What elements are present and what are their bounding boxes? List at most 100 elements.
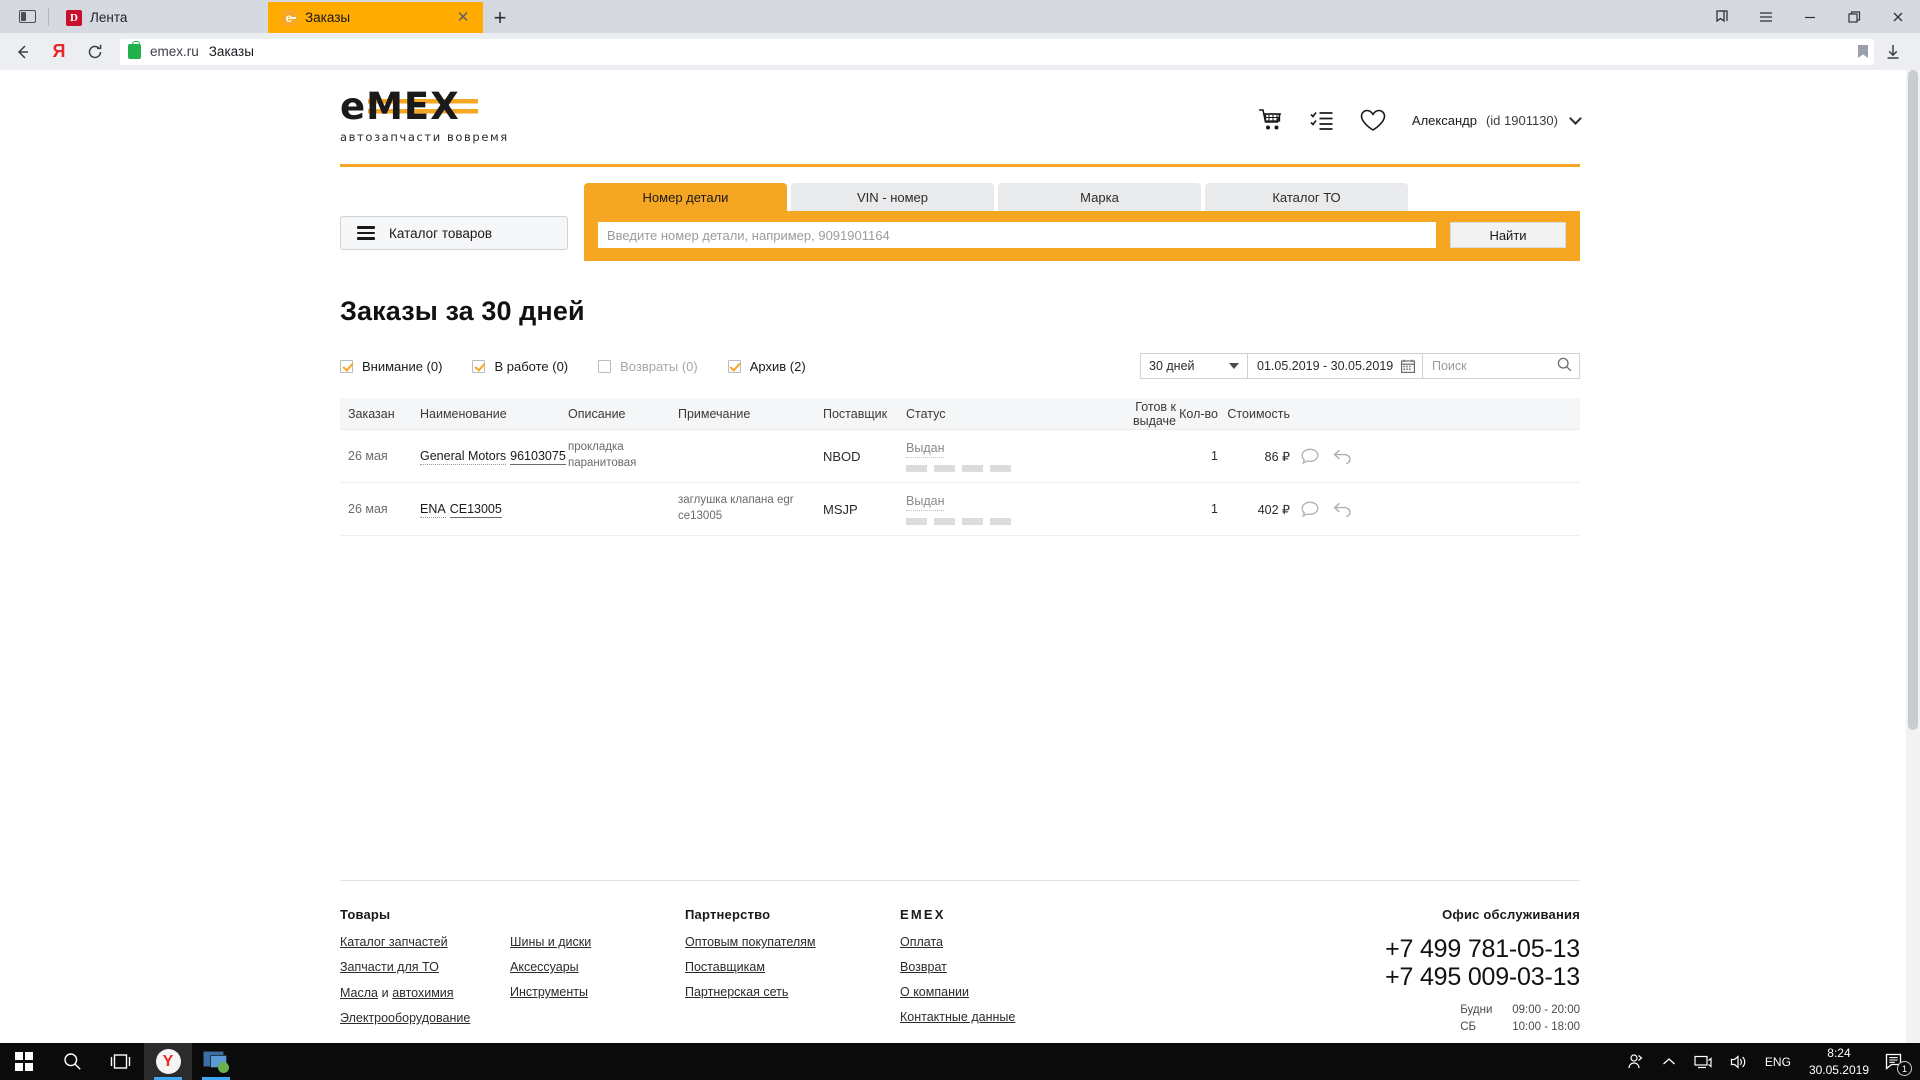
filter-attention[interactable]: Внимание (0) xyxy=(340,359,442,374)
period-select[interactable]: 30 дней xyxy=(1140,353,1248,379)
checkbox-icon[interactable] xyxy=(340,359,353,373)
footer-link-accessories[interactable]: Аксессуары xyxy=(510,960,685,974)
menu-icon[interactable] xyxy=(1744,0,1788,33)
task-view-icon[interactable] xyxy=(96,1043,144,1080)
footer-link-about[interactable]: О компании xyxy=(900,985,1100,999)
windows-start-icon[interactable] xyxy=(0,1043,48,1080)
date-range-field[interactable]: 01.05.2019 - 30.05.2019 xyxy=(1248,353,1423,379)
status-badge[interactable]: Выдан xyxy=(906,494,945,511)
tab-brand[interactable]: Марка xyxy=(998,183,1201,211)
footer-link-service-parts[interactable]: Запчасти для ТО xyxy=(340,960,510,974)
part-number-link[interactable]: 96103075 xyxy=(510,449,566,465)
part-number-link[interactable]: CE13005 xyxy=(449,502,502,518)
windows-taskbar: Y ENG 8:24 30.05.2019 1 xyxy=(0,1043,1920,1080)
reload-button[interactable] xyxy=(78,37,112,67)
tab-vin-number[interactable]: VIN - номер xyxy=(791,183,994,211)
new-tab-button[interactable]: + xyxy=(483,2,517,33)
notification-badge: 1 xyxy=(1897,1061,1912,1076)
close-icon[interactable]: ✕ xyxy=(455,10,471,25)
footer-link-contacts[interactable]: Контактные данные xyxy=(900,1010,1100,1024)
back-button[interactable] xyxy=(6,37,40,67)
footer-column-partnership: Партнерство Оптовым покупателям Поставщи… xyxy=(685,907,900,1060)
footer-column-title: Партнерство xyxy=(685,907,771,922)
phone-primary[interactable]: +7 499 781-05-13 xyxy=(1385,935,1580,963)
return-icon[interactable] xyxy=(1333,448,1352,465)
filter-archive[interactable]: Архив (2) xyxy=(727,358,806,374)
hours-label-weekdays: Будни xyxy=(1460,1004,1493,1016)
table-row[interactable]: 26 мая ENA CE13005 заглушка клапана egr c… xyxy=(340,483,1580,536)
comment-icon[interactable] xyxy=(1301,501,1319,518)
bookmark-icon[interactable] xyxy=(1858,45,1868,58)
restore-icon[interactable] xyxy=(1832,0,1876,33)
calendar-icon[interactable] xyxy=(1401,359,1415,373)
user-menu[interactable]: Александр (id 1901130) xyxy=(1412,111,1582,128)
yandex-logo-icon: Я xyxy=(52,41,66,61)
column-header-status: Статус xyxy=(906,406,946,421)
footer-link-autochemistry[interactable]: автохимия xyxy=(392,986,453,1000)
tab-part-number[interactable]: Номер детали xyxy=(584,183,787,211)
checkbox-icon[interactable] xyxy=(727,359,741,373)
status-badge[interactable]: Выдан xyxy=(906,441,945,458)
footer-link-electrical[interactable]: Электрооборудование xyxy=(340,1011,510,1025)
tab-service-catalog[interactable]: Каталог ТО xyxy=(1205,183,1408,211)
orders-search-field[interactable]: Поиск xyxy=(1423,353,1580,379)
comment-icon[interactable] xyxy=(1301,448,1319,465)
brand-link[interactable]: General Motors xyxy=(420,449,507,465)
favorites-heart-icon[interactable] xyxy=(1360,109,1386,132)
search-input[interactable] xyxy=(598,222,1436,248)
downloads-icon[interactable] xyxy=(1876,37,1910,67)
checkbox-icon[interactable] xyxy=(598,359,612,373)
cart-icon[interactable] xyxy=(1258,108,1284,132)
clock[interactable]: 8:24 30.05.2019 xyxy=(1799,1045,1879,1077)
column-header-description: Описание xyxy=(568,406,626,421)
show-hidden-icons-chevron[interactable] xyxy=(1653,1043,1685,1080)
catalog-button[interactable]: Каталог товаров xyxy=(340,216,568,250)
remote-desktop-icon[interactable] xyxy=(192,1043,240,1080)
chevron-down-icon xyxy=(1229,363,1239,369)
footer-link-payment[interactable]: Оплата xyxy=(900,935,1100,949)
yandex-home-button[interactable]: Я xyxy=(42,37,76,67)
filter-label: Архив (2) xyxy=(749,358,806,374)
footer-link-wholesale[interactable]: Оптовым покупателям xyxy=(685,935,900,949)
page-scrollbar[interactable] xyxy=(1906,70,1920,1080)
search-icon[interactable] xyxy=(1557,357,1572,375)
table-row[interactable]: 26 мая General Motors 96103075 прокладка … xyxy=(340,430,1580,483)
minimize-icon[interactable] xyxy=(1788,0,1832,33)
tab-strip: D Лента e Заказы ✕ + xyxy=(0,0,1920,33)
footer-column-office: Офис обслуживания +7 499 781-05-13 +7 49… xyxy=(1385,907,1580,1060)
sidebar-toggle-button[interactable] xyxy=(8,0,46,33)
footer-link-suppliers[interactable]: Поставщикам xyxy=(685,960,900,974)
people-icon[interactable] xyxy=(1618,1043,1653,1080)
volume-icon[interactable] xyxy=(1721,1043,1757,1080)
scrollbar-thumb[interactable] xyxy=(1908,70,1918,730)
orders-list-icon[interactable] xyxy=(1310,109,1334,131)
omnibox[interactable]: emex.ru Заказы xyxy=(120,38,1874,65)
cell-qty: 1 xyxy=(1211,449,1218,463)
browser-tab-orders[interactable]: e Заказы ✕ xyxy=(268,2,483,33)
window-controls xyxy=(1700,0,1920,33)
filter-returns[interactable]: Возвраты (0) xyxy=(598,359,698,374)
phone-secondary[interactable]: +7 495 009-03-13 xyxy=(1385,963,1580,991)
footer-link-partner-network[interactable]: Партнерская сеть xyxy=(685,985,900,999)
search-icon[interactable] xyxy=(48,1043,96,1080)
brand-link[interactable]: ENA xyxy=(420,502,446,518)
close-icon[interactable] xyxy=(1876,0,1920,33)
notifications-icon[interactable]: 1 xyxy=(1879,1043,1914,1080)
yandex-browser-icon[interactable]: Y xyxy=(144,1043,192,1080)
browser-tab-lenta[interactable]: D Лента xyxy=(53,2,268,33)
footer-link-oils[interactable]: Масла xyxy=(340,986,378,1000)
footer-link-return[interactable]: Возврат xyxy=(900,960,1100,974)
return-icon[interactable] xyxy=(1333,501,1352,518)
find-button[interactable]: Найти xyxy=(1450,222,1566,248)
footer-link-tools[interactable]: Инструменты xyxy=(510,985,685,999)
cell-qty: 1 xyxy=(1211,502,1218,516)
site-logo[interactable]: eMEX автозапчасти вовремя xyxy=(340,88,640,144)
panel-icon xyxy=(18,10,36,23)
filter-in-progress[interactable]: В работе (0) xyxy=(472,359,568,374)
footer-link-tires-wheels[interactable]: Шины и диски xyxy=(510,935,685,949)
network-icon[interactable] xyxy=(1685,1043,1721,1080)
footer-link-parts-catalog[interactable]: Каталог запчастей xyxy=(340,935,510,949)
checkbox-icon[interactable] xyxy=(472,359,486,373)
collections-icon[interactable] xyxy=(1700,0,1744,33)
language-indicator[interactable]: ENG xyxy=(1757,1055,1799,1069)
